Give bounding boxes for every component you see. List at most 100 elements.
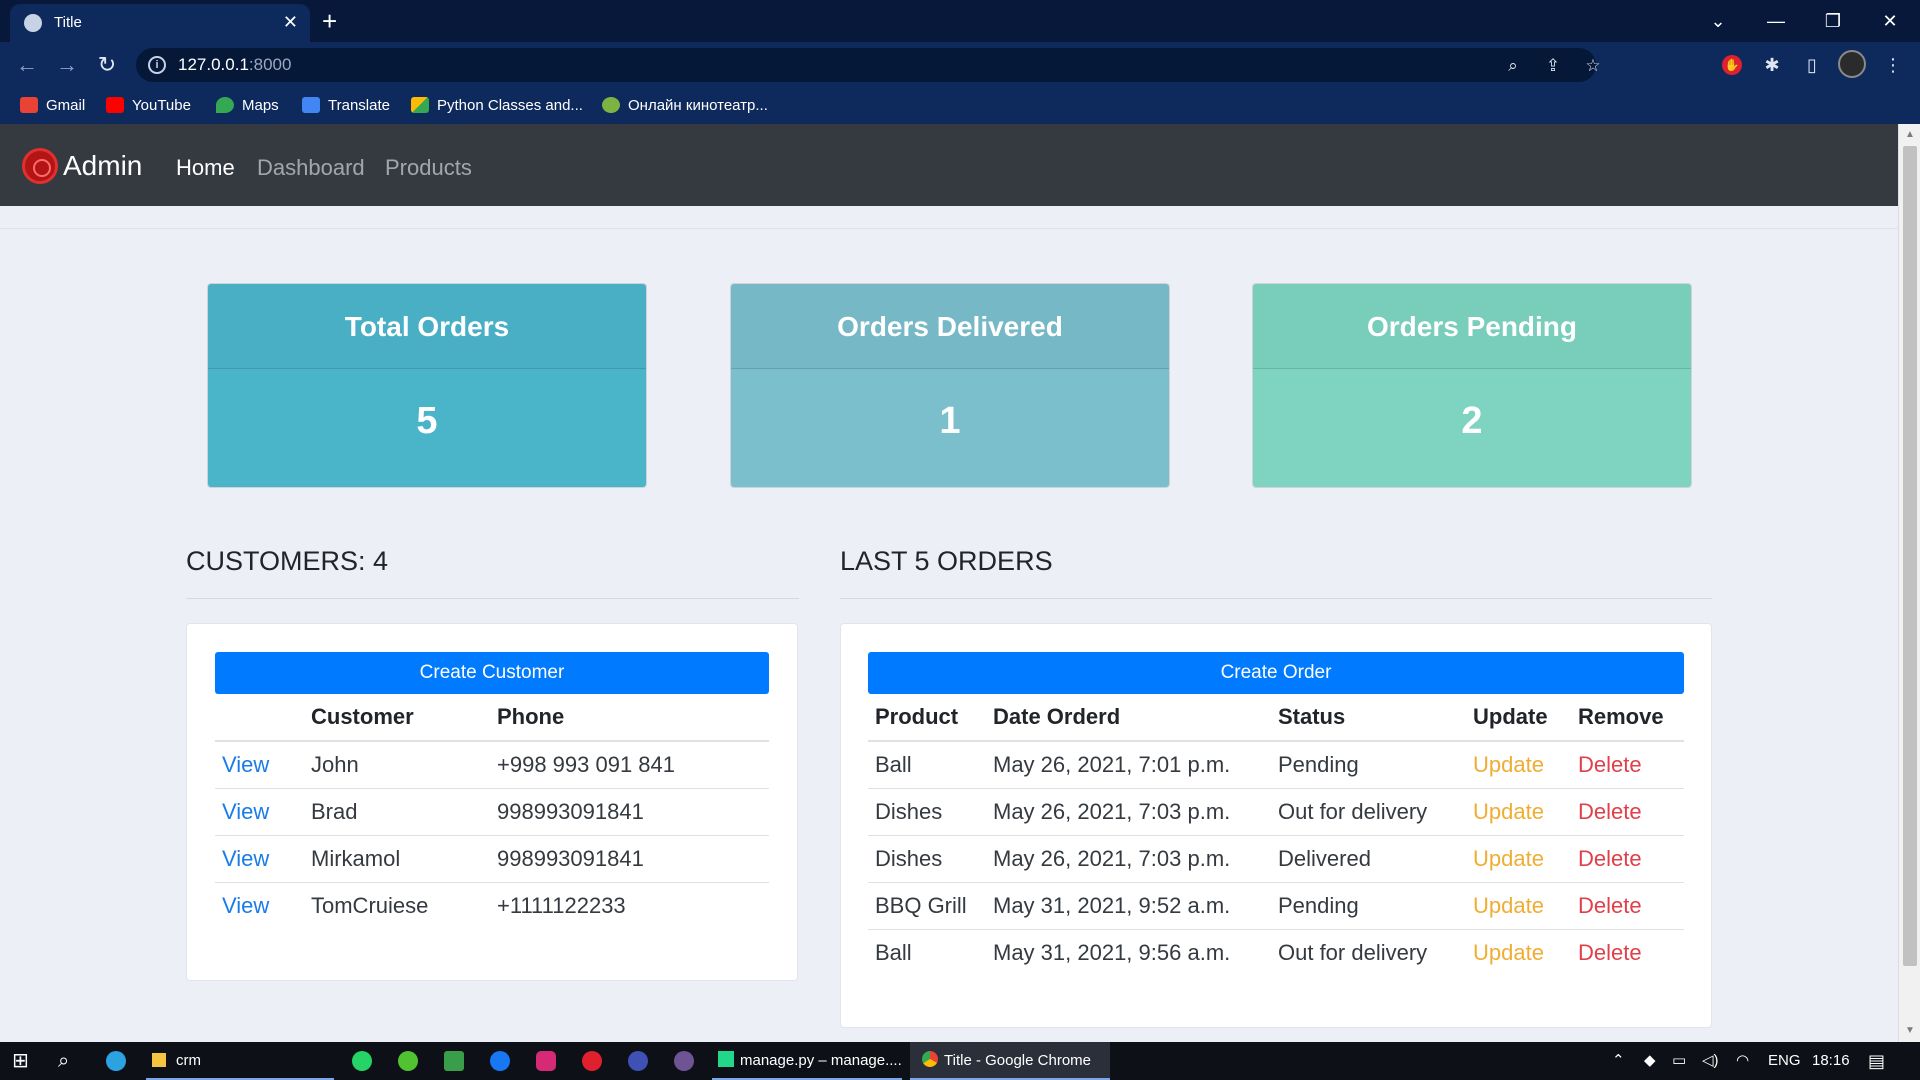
page-divider <box>0 228 1898 229</box>
table-header-row: Customer Phone <box>215 694 769 742</box>
column-header: Customer <box>304 694 490 742</box>
create-customer-button[interactable]: Create Customer <box>215 652 769 694</box>
brand-logo-icon[interactable] <box>22 148 58 184</box>
chrome-menu-icon[interactable]: ⋮ <box>1880 52 1906 78</box>
taskbar-folder-crm[interactable]: crm <box>146 1042 334 1080</box>
view-customer-link[interactable]: View <box>215 740 304 788</box>
orders-panel: Create Order Product Date Orderd Status … <box>840 623 1712 1028</box>
scroll-up-icon[interactable]: ▲ <box>1903 128 1917 142</box>
zoom-icon[interactable]: ⌕ <box>1502 56 1524 78</box>
create-order-button[interactable]: Create Order <box>868 652 1684 694</box>
delete-order-link[interactable]: Delete <box>1571 928 1684 976</box>
clock[interactable]: 18:16 <box>1812 1042 1850 1080</box>
order-product: Dishes <box>868 787 986 835</box>
order-product: Ball <box>868 928 986 976</box>
view-customer-link[interactable]: View <box>215 834 304 882</box>
view-customer-link[interactable]: View <box>215 787 304 835</box>
instagram-icon[interactable] <box>536 1051 556 1071</box>
bookmark-python-classes[interactable]: Python Classes and... <box>411 96 583 116</box>
bookmark-youtube[interactable]: YouTube <box>106 96 191 116</box>
forward-icon[interactable]: → <box>52 50 82 80</box>
delete-order-link[interactable]: Delete <box>1571 881 1684 929</box>
nav-dashboard[interactable]: Dashboard <box>257 155 365 181</box>
side-panel-icon[interactable]: ▯ <box>1799 52 1825 78</box>
profile-avatar[interactable] <box>1838 50 1866 78</box>
pycharm-icon <box>718 1051 734 1067</box>
gmail-icon <box>20 97 38 113</box>
youtube-icon <box>106 97 124 113</box>
address-bar[interactable]: i 127.0.0.1:8000 ⌕ ⇪ ☆ <box>136 48 1601 82</box>
site-info-icon[interactable]: i <box>148 56 166 74</box>
order-date: May 31, 2021, 9:56 a.m. <box>986 928 1271 976</box>
bookmarks-bar: Gmail YouTube Maps Translate Python Clas… <box>0 88 1920 124</box>
windows-start-icon[interactable]: ⊞ <box>12 1042 29 1080</box>
bookmark-cinema[interactable]: Онлайн кинотеатр... <box>602 96 768 116</box>
notification-tray-icon[interactable]: ◆ <box>1644 1042 1656 1080</box>
table-row: Dishes May 26, 2021, 7:03 p.m. Out for d… <box>868 787 1684 835</box>
action-center-icon[interactable]: ▤ <box>1868 1042 1885 1080</box>
language-indicator[interactable]: ENG <box>1768 1042 1801 1080</box>
update-order-link[interactable]: Update <box>1466 834 1571 882</box>
new-tab-button[interactable]: + <box>322 6 337 36</box>
close-tab-icon[interactable]: ✕ <box>283 11 298 33</box>
github-icon[interactable] <box>674 1051 694 1071</box>
minimize-button[interactable]: — <box>1756 6 1796 36</box>
customer-name: John <box>304 740 490 788</box>
wechat-icon[interactable] <box>398 1051 418 1071</box>
table-row: Ball May 31, 2021, 9:56 a.m. Out for del… <box>868 928 1684 976</box>
restore-button[interactable]: ❐ <box>1813 6 1853 36</box>
view-customer-link[interactable]: View <box>215 881 304 929</box>
bookmark-maps[interactable]: Maps <box>216 96 279 116</box>
close-window-button[interactable]: ✕ <box>1870 6 1910 36</box>
stat-card-orders-pending: Orders Pending 2 <box>1252 283 1692 488</box>
page-scrollbar[interactable]: ▲ ▼ <box>1898 124 1920 1042</box>
show-hidden-icons[interactable]: ⌃ <box>1612 1042 1625 1080</box>
scrollbar-thumb[interactable] <box>1903 146 1917 966</box>
nav-products[interactable]: Products <box>385 155 472 181</box>
delete-order-link[interactable]: Delete <box>1571 834 1684 882</box>
update-order-link[interactable]: Update <box>1466 881 1571 929</box>
taskbar-pycharm[interactable]: manage.py – manage.... <box>712 1042 902 1080</box>
customers-heading: CUSTOMERS: 4 <box>186 546 389 576</box>
tab-search-icon[interactable]: ⌄ <box>1698 6 1738 36</box>
search-icon[interactable]: ⌕ <box>58 1042 69 1080</box>
nav-home[interactable]: Home <box>176 155 235 181</box>
bookmark-star-icon[interactable]: ☆ <box>1582 56 1604 78</box>
share-icon[interactable]: ⇪ <box>1542 56 1564 78</box>
bookmark-gmail[interactable]: Gmail <box>20 96 85 116</box>
update-order-link[interactable]: Update <box>1466 928 1571 976</box>
back-icon[interactable]: ← <box>12 50 42 80</box>
order-date: May 26, 2021, 7:01 p.m. <box>986 740 1271 788</box>
order-product: Ball <box>868 740 986 788</box>
table-row: View Mirkamol 998993091841 <box>215 834 769 882</box>
volume-icon[interactable]: ◁) <box>1702 1042 1719 1080</box>
order-status: Out for delivery <box>1271 928 1466 976</box>
delete-order-link[interactable]: Delete <box>1571 740 1684 788</box>
brand-name[interactable]: Admin <box>63 150 142 182</box>
scroll-down-icon[interactable]: ▼ <box>1903 1024 1917 1038</box>
telegram-icon[interactable] <box>106 1051 126 1071</box>
bookmark-translate[interactable]: Translate <box>302 96 390 116</box>
update-order-link[interactable]: Update <box>1466 787 1571 835</box>
browser-tab[interactable]: Title ✕ <box>10 4 310 42</box>
battery-icon[interactable]: ▭ <box>1672 1042 1686 1080</box>
wifi-icon[interactable]: ◠ <box>1736 1042 1749 1080</box>
extension-red-icon[interactable]: ✋ <box>1722 55 1742 75</box>
reload-icon[interactable]: ↻ <box>92 50 122 80</box>
messenger-app-icon[interactable] <box>628 1051 648 1071</box>
facebook-icon[interactable] <box>490 1051 510 1071</box>
delete-order-link[interactable]: Delete <box>1571 787 1684 835</box>
sheets-app-icon[interactable] <box>444 1051 464 1071</box>
folder-icon <box>152 1053 166 1067</box>
order-product: BBQ Grill <box>868 881 986 929</box>
taskbar-chrome[interactable]: Title - Google Chrome <box>910 1042 1110 1080</box>
opera-icon[interactable] <box>582 1051 602 1071</box>
whatsapp-icon[interactable] <box>352 1051 372 1071</box>
order-status: Pending <box>1271 740 1466 788</box>
stat-value: 5 <box>208 369 646 487</box>
customers-panel: Create Customer Customer Phone View John… <box>186 623 798 981</box>
orders-heading: LAST 5 ORDERS <box>840 546 1053 576</box>
customer-phone: +998 993 091 841 <box>490 740 769 788</box>
update-order-link[interactable]: Update <box>1466 740 1571 788</box>
extensions-puzzle-icon[interactable]: ✱ <box>1759 52 1785 78</box>
